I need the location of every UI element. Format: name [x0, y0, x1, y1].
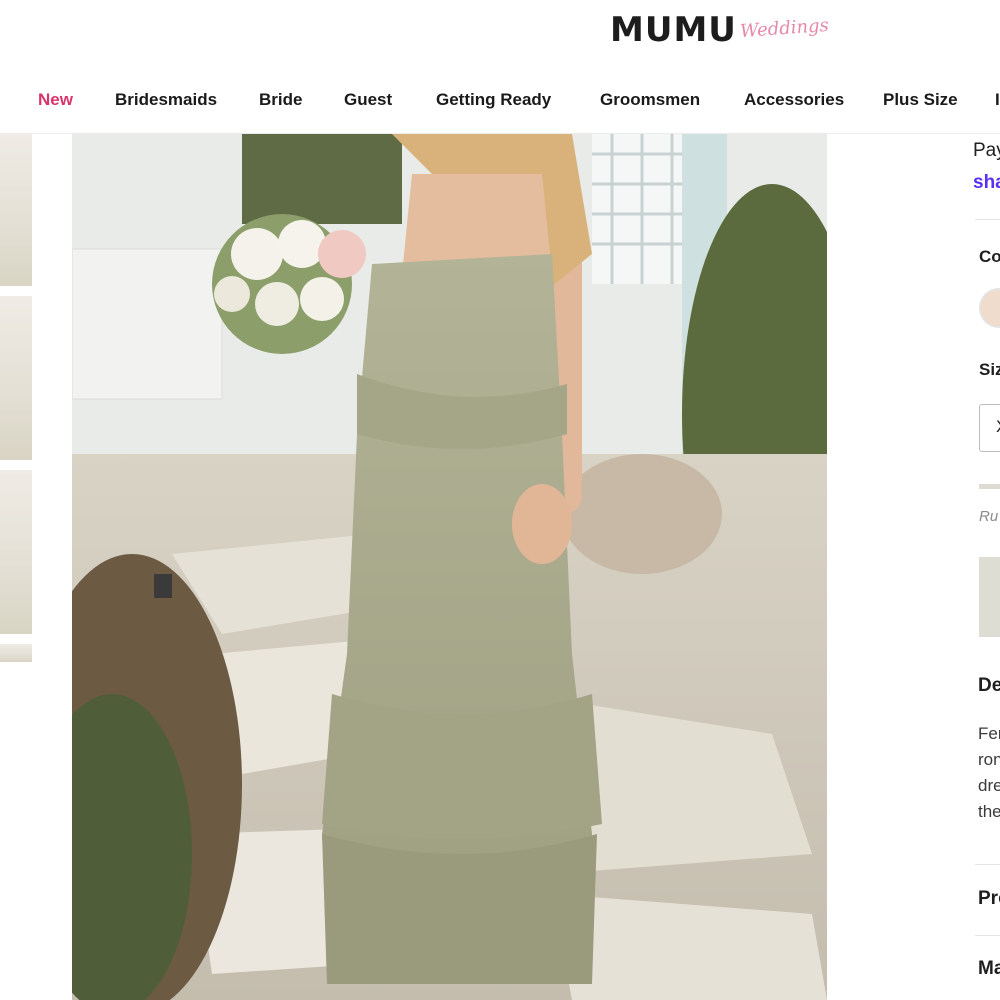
details-heading: De: [978, 675, 1000, 696]
description-line-4: the: [978, 802, 1000, 821]
nav-item-bridesmaids[interactable]: Bridesmaids: [115, 90, 217, 110]
size-option-label: X: [996, 417, 1000, 437]
nav-item-bride[interactable]: Bride: [259, 90, 302, 110]
nav-item-plus-size[interactable]: Plus Size: [883, 90, 958, 110]
main-nav: New Bridesmaids Bride Guest Getting Read…: [0, 78, 1000, 126]
product-thumbnail-3[interactable]: [0, 470, 32, 634]
header: MUMU Weddings: [0, 0, 1000, 62]
nav-item-groomsmen[interactable]: Groomsmen: [600, 90, 700, 110]
size-progress-bar: [979, 484, 1000, 489]
nav-item-more[interactable]: I: [995, 90, 1000, 110]
size-option[interactable]: X: [979, 404, 1000, 452]
product-details-accordion[interactable]: Pro: [978, 888, 1000, 910]
size-label: Siz: [979, 360, 1000, 379]
nav-item-guest[interactable]: Guest: [344, 90, 392, 110]
site-logo-script: Weddings: [739, 14, 830, 43]
add-to-bag-button[interactable]: [979, 557, 1000, 637]
payment-info-text: Pay: [973, 140, 1000, 161]
bridesmaid-dress-photo: [72, 134, 827, 1000]
site-logo[interactable]: MUMU: [610, 10, 737, 50]
nav-item-getting-ready[interactable]: Getting Ready: [436, 90, 551, 110]
divider: [975, 219, 1000, 220]
product-main-image[interactable]: [72, 134, 827, 1000]
product-thumbnail-2[interactable]: [0, 296, 32, 460]
runs-size-note: Ru: [979, 508, 999, 525]
divider: [975, 935, 1000, 936]
description-line-2: ron: [978, 750, 1000, 769]
more-info-accordion[interactable]: Ma: [978, 958, 1000, 980]
divider: [975, 864, 1000, 865]
description-line-3: dre: [978, 776, 1000, 795]
nav-item-accessories[interactable]: Accessories: [744, 90, 844, 110]
color-swatch-blush[interactable]: [979, 288, 1000, 328]
product-thumbnail-4[interactable]: [0, 644, 32, 662]
nav-item-new[interactable]: New: [38, 90, 73, 110]
description-line-1: Fer: [978, 724, 1000, 743]
shop-pay-link[interactable]: sha: [973, 172, 1000, 194]
product-thumbnail-1[interactable]: [0, 134, 32, 286]
color-label: Co: [979, 247, 1000, 266]
